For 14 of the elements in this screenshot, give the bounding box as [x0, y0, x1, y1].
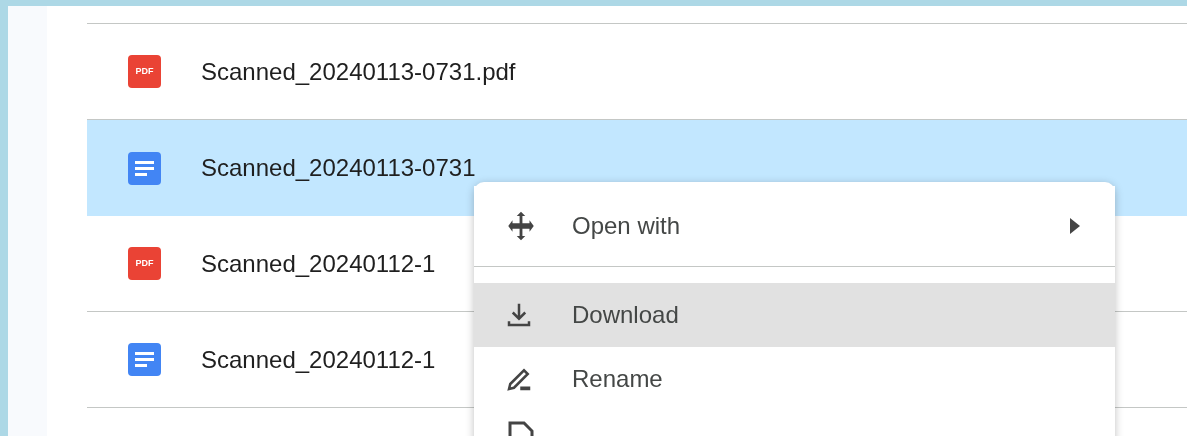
- file-name: Scanned_20240113-0731.pdf: [201, 56, 516, 87]
- menu-item-label: Download: [572, 300, 680, 330]
- menu-item[interactable]: Open with: [474, 186, 1115, 266]
- menu-item-label: Rename: [572, 364, 664, 394]
- pdf-file-icon: PDF: [128, 55, 161, 88]
- document-file-icon: [128, 151, 161, 185]
- file-name: Scanned_20240112-1: [201, 248, 436, 279]
- pdf-file-icon: PDF: [128, 247, 161, 280]
- menu-item[interactable]: Rename: [474, 347, 1115, 411]
- menu-item[interactable]: Download: [474, 283, 1115, 347]
- caret-icon: [1069, 217, 1081, 235]
- file-name: Scanned_20240112-1: [201, 344, 436, 375]
- file-name: Scanned_20240113-0731: [201, 153, 476, 183]
- document-file-icon: [128, 343, 161, 376]
